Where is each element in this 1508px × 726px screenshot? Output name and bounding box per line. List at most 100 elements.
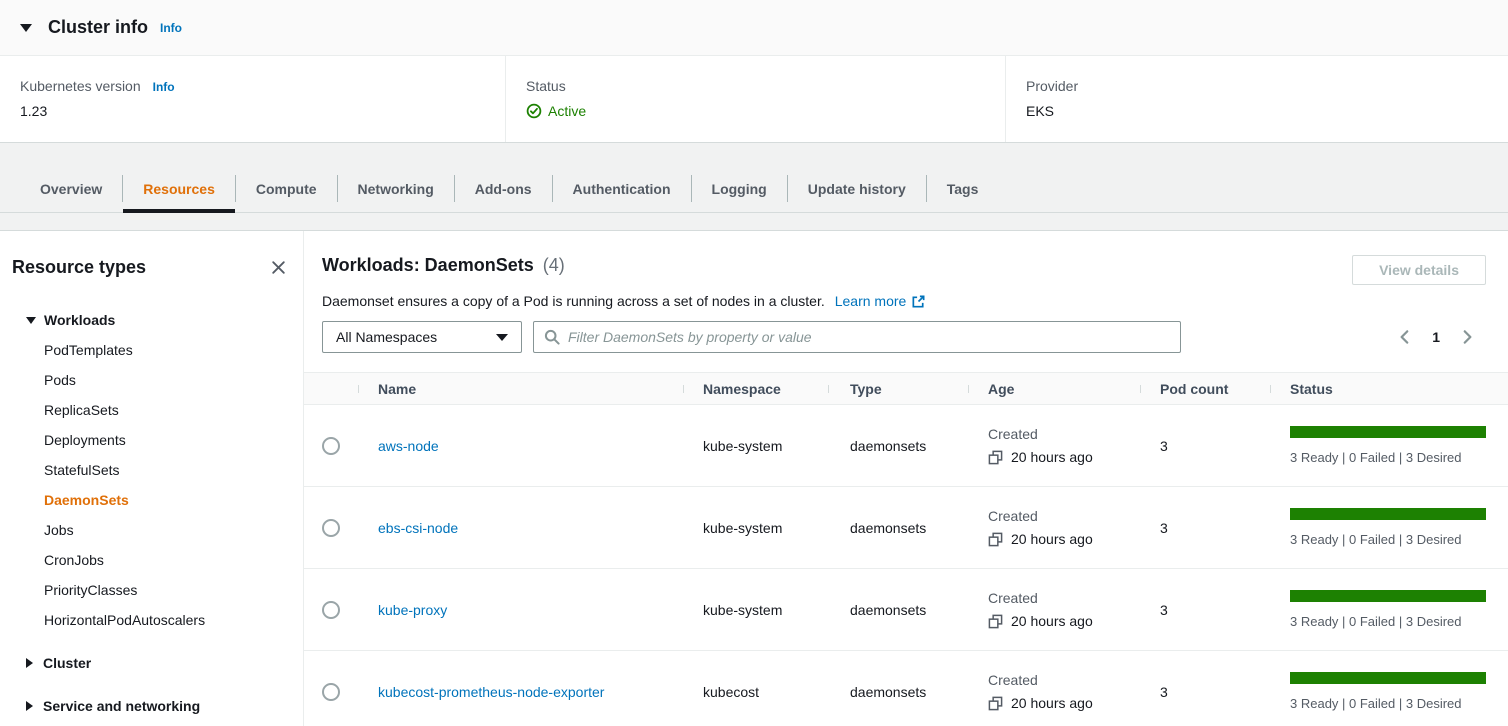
tab-overview[interactable]: Overview (20, 165, 122, 212)
namespace-cell: kube-system (683, 520, 828, 536)
status-cell: 3 Ready | 0 Failed | 3 Desired (1270, 426, 1508, 465)
pod-count-cell: 3 (1140, 438, 1270, 454)
namespace-cell: kubecost (683, 684, 828, 700)
current-page[interactable]: 1 (1428, 329, 1444, 345)
tab-resources[interactable]: Resources (123, 165, 235, 212)
item-count: (4) (543, 255, 565, 275)
column-header-namespace[interactable]: Namespace (683, 381, 828, 397)
check-circle-icon (526, 103, 542, 119)
cluster-info-header: Cluster info Info (0, 0, 1508, 56)
tab-update-history[interactable]: Update history (788, 165, 926, 212)
copy-icon[interactable] (988, 696, 1003, 711)
kubernetes-version-value: 1.23 (20, 103, 505, 119)
status-value: Active (548, 103, 586, 119)
column-header-pod-count[interactable]: Pod count (1140, 381, 1270, 397)
tab-logging[interactable]: Logging (692, 165, 787, 212)
chevron-down-icon (496, 334, 508, 341)
sidebar-item-statefulsets[interactable]: StatefulSets (44, 455, 303, 485)
status-cell: 3 Ready | 0 Failed | 3 Desired (1270, 590, 1508, 629)
age-value: 20 hours ago (1011, 531, 1093, 547)
pagination: 1 (1396, 328, 1486, 346)
row-radio-button[interactable] (322, 437, 340, 455)
sidebar-item-jobs[interactable]: Jobs (44, 515, 303, 545)
sidebar-item-deployments[interactable]: Deployments (44, 425, 303, 455)
resources-content: Resource types Workloads PodTemplates Po… (0, 230, 1508, 726)
age-cell: Created 20 hours ago (968, 672, 1140, 711)
copy-icon[interactable] (988, 532, 1003, 547)
previous-page-icon[interactable] (1396, 328, 1414, 346)
sidebar-item-replicasets[interactable]: ReplicaSets (44, 395, 303, 425)
filter-searchbox (533, 321, 1181, 353)
caret-right-icon (26, 701, 33, 711)
type-cell: daemonsets (828, 438, 968, 454)
tab-authentication[interactable]: Authentication (553, 165, 691, 212)
tab-tags[interactable]: Tags (927, 165, 999, 212)
filter-input[interactable] (568, 329, 1170, 345)
namespace-cell: kube-system (683, 438, 828, 454)
row-radio-button[interactable] (322, 683, 340, 701)
type-cell: daemonsets (828, 684, 968, 700)
provider-label: Provider (1026, 78, 1078, 94)
namespace-dropdown[interactable]: All Namespaces (322, 321, 522, 353)
resource-tree: Workloads PodTemplates Pods ReplicaSets … (12, 305, 303, 721)
caret-right-icon (26, 658, 33, 668)
view-details-button[interactable]: View details (1352, 255, 1486, 285)
tab-bar: Overview Resources Compute Networking Ad… (0, 165, 1508, 213)
kubernetes-version-label: Kubernetes version (20, 78, 141, 94)
learn-more-link[interactable]: Learn more (835, 293, 927, 309)
daemonset-name-link[interactable]: kubecost-prometheus-node-exporter (378, 684, 604, 700)
daemonset-name-link[interactable]: ebs-csi-node (378, 520, 458, 536)
age-cell: Created 20 hours ago (968, 508, 1140, 547)
sidebar-item-horizontalpodautoscalers[interactable]: HorizontalPodAutoscalers (44, 605, 303, 635)
kubernetes-version-info-link[interactable]: Info (153, 80, 175, 94)
status-label: Status (526, 78, 566, 94)
tree-group-workloads-toggle[interactable]: Workloads (12, 305, 303, 335)
copy-icon[interactable] (988, 450, 1003, 465)
close-icon[interactable] (270, 259, 287, 276)
tree-group-cluster-toggle[interactable]: Cluster (12, 648, 303, 678)
sidebar-item-priorityclasses[interactable]: PriorityClasses (44, 575, 303, 605)
tab-compute[interactable]: Compute (236, 165, 337, 212)
tree-group-service-networking-toggle[interactable]: Service and networking (12, 691, 303, 721)
collapse-caret-icon[interactable] (20, 24, 32, 32)
status-cell: 3 Ready | 0 Failed | 3 Desired (1270, 672, 1508, 711)
column-header-age[interactable]: Age (968, 381, 1140, 397)
sidebar-item-daemonsets[interactable]: DaemonSets (44, 485, 303, 515)
kubernetes-version-field: Kubernetes version Info 1.23 (0, 56, 505, 142)
status-bar (1290, 508, 1486, 520)
panel-title: Workloads: DaemonSets (322, 255, 534, 275)
row-radio-button[interactable] (322, 519, 340, 537)
age-value: 20 hours ago (1011, 613, 1093, 629)
age-value: 20 hours ago (1011, 695, 1093, 711)
column-header-name[interactable]: Name (358, 381, 683, 397)
provider-field: Provider EKS (1005, 56, 1508, 142)
daemonset-name-link[interactable]: kube-proxy (378, 602, 447, 618)
namespace-cell: kube-system (683, 602, 828, 618)
column-header-status[interactable]: Status (1270, 381, 1508, 397)
status-text: 3 Ready | 0 Failed | 3 Desired (1290, 696, 1486, 711)
search-icon (544, 329, 560, 345)
status-field: Status Active (505, 56, 1005, 142)
copy-icon[interactable] (988, 614, 1003, 629)
cluster-summary-card: Kubernetes version Info 1.23 Status Acti… (0, 56, 1508, 143)
caret-down-icon (26, 317, 36, 324)
table-header: Name Namespace Type Age Pod count Status (304, 372, 1508, 405)
row-radio-button[interactable] (322, 601, 340, 619)
status-text: 3 Ready | 0 Failed | 3 Desired (1290, 614, 1486, 629)
provider-value: EKS (1026, 103, 1508, 119)
status-text: 3 Ready | 0 Failed | 3 Desired (1290, 532, 1486, 547)
sidebar-item-pods[interactable]: Pods (44, 365, 303, 395)
tabs-band: Overview Resources Compute Networking Ad… (0, 143, 1508, 230)
status-text: 3 Ready | 0 Failed | 3 Desired (1290, 450, 1486, 465)
daemonsets-panel: Workloads: DaemonSets (4) View details D… (304, 231, 1508, 726)
table-row: ebs-csi-node kube-system daemonsets Crea… (304, 487, 1508, 569)
tab-add-ons[interactable]: Add-ons (455, 165, 552, 212)
cluster-info-link[interactable]: Info (160, 21, 182, 35)
table-row: aws-node kube-system daemonsets Created … (304, 405, 1508, 487)
daemonset-name-link[interactable]: aws-node (378, 438, 439, 454)
next-page-icon[interactable] (1458, 328, 1476, 346)
tab-networking[interactable]: Networking (338, 165, 454, 212)
sidebar-item-cronjobs[interactable]: CronJobs (44, 545, 303, 575)
column-header-type[interactable]: Type (828, 381, 968, 397)
sidebar-item-podtemplates[interactable]: PodTemplates (44, 335, 303, 365)
